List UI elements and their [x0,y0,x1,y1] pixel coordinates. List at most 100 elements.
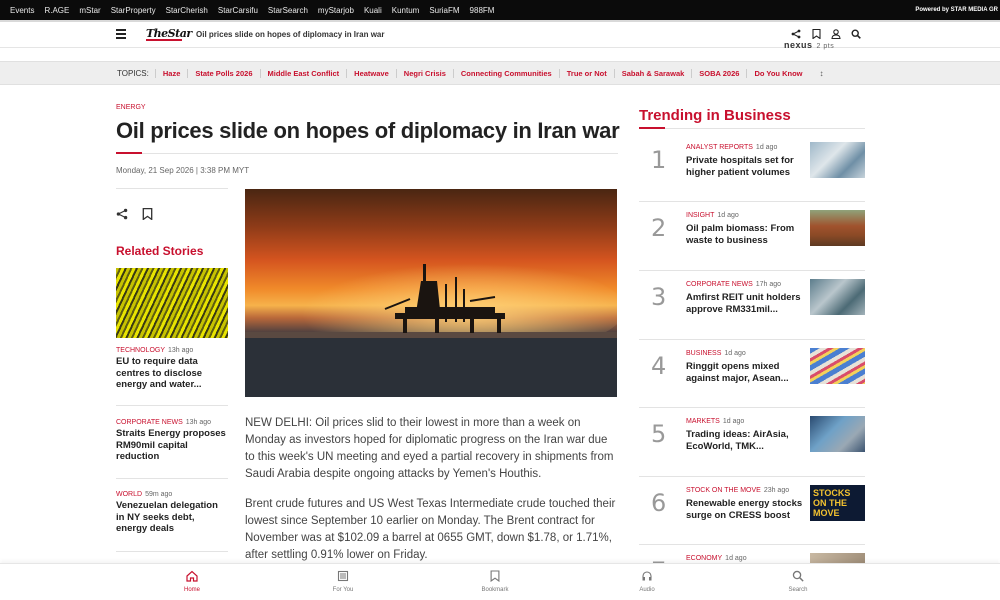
network-link-kuali[interactable]: Kuali [364,6,382,15]
trending-headline[interactable]: Renewable energy stocks surge on CRESS b… [686,498,804,522]
search-icon[interactable] [850,28,862,40]
topic-do-you-know[interactable]: Do You Know [746,68,809,78]
trending-category[interactable]: MARKETS [686,418,720,425]
topics-label: TOPICS: [117,68,149,78]
article-headline: Oil prices slide on hopes of diplomacy i… [116,118,620,143]
nav-audio[interactable]: Audio [617,570,677,593]
related-story-title[interactable]: Straits Energy proposes RM90mil capital … [116,428,228,463]
topic-soba[interactable]: SOBA 2026 [691,68,746,78]
trending-time: 1d ago [724,350,746,357]
article-date: Monday, 21 Sep 2026 | 3:38 PM MYT [116,166,250,175]
related-divider [116,405,228,406]
topic-negri-crisis[interactable]: Negri Crisis [395,68,453,78]
related-story-time: 13h ago [168,347,194,354]
trending-headline[interactable]: Oil palm biomass: From waste to business [686,223,804,247]
article-category[interactable]: ENERGY [116,104,146,111]
related-story-time: 13h ago [185,419,212,426]
powered-by-label: Powered by STAR MEDIA GR [915,7,998,13]
trending-headline[interactable]: Trading ideas: AirAsia, EcoWorld, TMK... [686,429,804,453]
network-link-mystarjob[interactable]: myStarjob [318,6,354,15]
trending-separator [639,201,865,202]
trending-category[interactable]: STOCK ON THE MOVE [686,487,761,494]
trending-headline[interactable]: Private hospitals set for higher patient… [686,155,804,179]
related-stories-title: Related Stories [116,244,204,258]
trending-separator [639,407,865,408]
user-icon[interactable] [830,28,842,40]
share-icon[interactable] [116,208,128,223]
left-divider [116,188,228,189]
topic-middle-east[interactable]: Middle East Conflict [259,68,347,78]
trending-time: 23h ago [763,487,790,494]
trending-category[interactable]: ECONOMY [686,555,722,562]
network-link-starproperty[interactable]: StarProperty [111,6,156,15]
trending-thumbnail[interactable] [810,279,865,315]
trending-thumbnail[interactable]: STOCKS ON THE MOVE [810,485,865,521]
network-link-rage[interactable]: R.AGE [44,6,69,15]
trending-headline[interactable]: Ringgit opens mixed against major, Asean… [686,361,804,385]
related-story-title[interactable]: Venezuelan delegation in NY seeks debt, … [116,500,228,535]
site-logo[interactable]: TheStar [146,27,192,41]
trending-headline[interactable]: Amfirst REIT unit holders approve RM331m… [686,292,804,316]
trending-title: Trending in Business [639,107,791,124]
nav-search[interactable]: Search [768,570,828,593]
nexus-points[interactable]: nexus 2 pts [784,40,834,50]
nav-home[interactable]: Home [162,570,222,593]
nav-for-you[interactable]: For You [313,570,373,593]
trending-time: 17h ago [755,281,782,288]
network-link-starsearch[interactable]: StarSearch [268,6,308,15]
topic-true-or-not[interactable]: True or Not [558,68,614,78]
trending-accent [639,127,665,129]
related-story[interactable]: CORPORATE NEWS 13h ago Straits Energy pro… [116,419,228,463]
topic-haze[interactable]: Haze [154,68,188,78]
network-link-988fm[interactable]: 988FM [470,6,495,15]
nav-bookmark[interactable]: Bookmark [465,570,525,593]
bookmark-icon[interactable] [142,207,153,223]
article-hero-image [245,189,617,397]
trending-thumbnail[interactable] [810,142,865,178]
trending-category[interactable]: ANALYST REPORTS [686,144,753,151]
network-link-starcherish[interactable]: StarCherish [166,6,208,15]
topic-sabah-sarawak[interactable]: Sabah & Sarawak [613,68,692,78]
related-story-title[interactable]: EU to require data centres to disclose e… [116,356,228,391]
trending-category[interactable]: CORPORATE NEWS [686,281,753,288]
related-story[interactable]: TECHNOLOGY 13h ago EU to require data cen… [116,347,228,391]
trending-time: 1d ago [717,212,739,219]
network-link-suriafm[interactable]: SuriaFM [429,6,459,15]
home-icon [162,570,222,584]
trending-category[interactable]: INSIGHT [686,212,714,219]
topic-state-polls[interactable]: State Polls 2026 [187,68,259,78]
network-link-mstar[interactable]: mStar [79,6,100,15]
network-link-events[interactable]: Events [10,6,34,15]
topic-connecting-communities[interactable]: Connecting Communities [452,68,559,78]
network-link-kuntum[interactable]: Kuntum [392,6,420,15]
trending-thumbnail[interactable] [810,416,865,452]
search-icon [768,570,828,584]
headline-accent [116,152,142,154]
trending-thumbnail[interactable] [810,210,865,246]
nav-for-you-label: For You [332,587,354,593]
nexus-pts: 2 pts [816,43,835,50]
headline-divider [142,153,618,154]
related-divider [116,551,228,552]
trending-rank: 5 [651,420,667,448]
bookmark-icon [465,570,525,584]
share-icon[interactable] [790,28,802,40]
trending-thumbnail[interactable] [810,348,865,384]
network-link-starcarsifu[interactable]: StarCarsifu [218,6,258,15]
chevron-updown-icon[interactable]: ↕ [820,69,824,78]
topic-heatwave[interactable]: Heatwave [346,68,396,78]
trending-rank: 6 [651,489,667,517]
nav-bookmark-label: Bookmark [481,587,509,593]
related-story-category[interactable]: WORLD [116,491,142,498]
related-story-category[interactable]: CORPORATE NEWS [116,419,183,426]
related-story[interactable]: WORLD 59m ago Venezuelan delegation in NY… [116,491,228,535]
trending-rank: 1 [651,146,667,174]
trending-category[interactable]: BUSINESS [686,350,721,357]
related-story-category[interactable]: TECHNOLOGY [116,347,165,354]
trending-thumbnail-text: STOCKS ON THE MOVE [813,488,851,518]
related-story-image[interactable] [116,268,228,338]
bookmark-icon[interactable] [810,28,822,40]
bottom-navigation: Home For You Bookmark Audio Search [0,563,1000,600]
trending-rank: 3 [651,283,667,311]
menu-icon[interactable] [116,29,126,39]
